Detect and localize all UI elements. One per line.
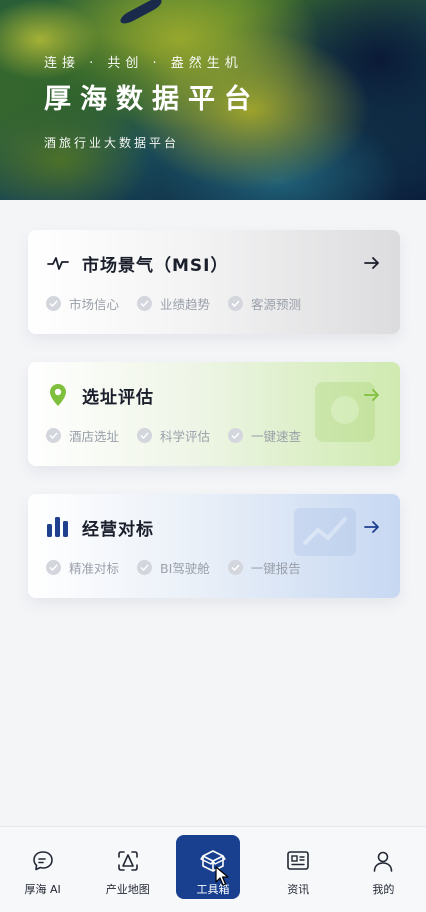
news-icon	[284, 847, 312, 875]
tab-label: 产业地图	[105, 883, 150, 896]
tag: 科学评估	[137, 426, 210, 445]
arrow-right-icon[interactable]	[362, 385, 382, 405]
tag: 精准对标	[46, 558, 119, 577]
profile-icon	[369, 847, 397, 875]
mouse-cursor-icon	[215, 866, 229, 886]
tag-label: 市场信心	[69, 297, 120, 312]
tab-profile[interactable]: 我的	[341, 827, 426, 912]
card-title: 选址评估	[82, 387, 154, 408]
check-icon	[137, 296, 153, 311]
tab-label: 我的	[372, 883, 395, 896]
tab-label: 厚海 AI	[24, 883, 61, 896]
card-title: 经营对标	[82, 519, 154, 540]
hero-title: 厚海数据平台	[44, 84, 260, 115]
pulse-icon	[46, 251, 70, 275]
map-scan-icon	[114, 847, 142, 875]
card-header: 经营对标	[46, 514, 382, 540]
arrow-right-icon[interactable]	[362, 517, 382, 537]
tag-label: BI驾驶舱	[160, 561, 210, 576]
tag: 一键速查	[228, 426, 301, 445]
tab-ai[interactable]: 厚海 AI	[0, 827, 85, 912]
arrow-right-icon[interactable]	[362, 253, 382, 273]
tag-label: 酒店选址	[69, 429, 120, 444]
card-header: 选址评估	[46, 382, 382, 408]
boat-graphic	[118, 0, 164, 27]
tag-label: 客源预测	[251, 297, 302, 312]
tag-label: 业绩趋势	[160, 297, 211, 312]
check-icon	[228, 428, 244, 443]
tag: 业绩趋势	[137, 294, 210, 313]
hero-banner: 连接 · 共创 · 盎然生机 厚海数据平台 酒旅行业大数据平台	[0, 0, 426, 200]
tab-industry-map[interactable]: 产业地图	[85, 827, 170, 912]
card-benchmarking[interactable]: 经营对标 精准对标 BI驾驶舱 一键报告	[28, 494, 400, 598]
card-market-sentiment[interactable]: 市场景气（MSI） 市场信心 业绩趋势 客源预测	[28, 230, 400, 334]
card-tags: 酒店选址 科学评估 一键速查	[46, 426, 319, 445]
check-icon	[137, 560, 153, 575]
check-icon	[228, 296, 244, 311]
check-icon	[46, 296, 61, 311]
hero-text: 连接 · 共创 · 盎然生机 厚海数据平台 酒旅行业大数据平台	[44, 52, 260, 151]
card-header: 市场景气（MSI）	[46, 250, 382, 276]
tag: BI驾驶舱	[137, 558, 210, 577]
tag: 市场信心	[46, 294, 119, 313]
card-tags: 市场信心 业绩趋势 客源预测	[46, 294, 319, 313]
hero-slogan: 连接 · 共创 · 盎然生机	[44, 56, 243, 71]
bottom-tab-bar: 厚海 AI 产业地图 工具箱 资讯 我的	[0, 826, 426, 912]
location-pin-icon	[46, 383, 70, 407]
tag-label: 一键报告	[250, 561, 301, 576]
tab-news[interactable]: 资讯	[256, 827, 341, 912]
tab-label: 资讯	[287, 883, 310, 896]
card-title: 市场景气（MSI）	[82, 255, 229, 276]
tag-label: 科学评估	[160, 429, 211, 444]
chat-ai-icon	[29, 847, 57, 875]
bar-chart-icon	[46, 515, 70, 539]
check-icon	[46, 560, 61, 575]
tab-toolbox[interactable]: 工具箱	[170, 827, 255, 912]
card-site-evaluation[interactable]: 选址评估 酒店选址 科学评估 一键速查	[28, 362, 400, 466]
check-icon	[137, 428, 153, 443]
tag: 客源预测	[228, 294, 301, 313]
tag-label: 精准对标	[69, 561, 120, 576]
tag: 酒店选址	[46, 426, 119, 445]
tool-cards: 市场景气（MSI） 市场信心 业绩趋势 客源预测 选址评估 酒店选址 科学评估 …	[28, 230, 400, 626]
check-icon	[46, 428, 61, 443]
tag-label: 一键速查	[251, 429, 302, 444]
tag: 一键报告	[227, 558, 301, 577]
check-icon	[227, 560, 243, 575]
hero-subtitle: 酒旅行业大数据平台	[44, 136, 180, 150]
card-tags: 精准对标 BI驾驶舱 一键报告	[46, 558, 319, 577]
